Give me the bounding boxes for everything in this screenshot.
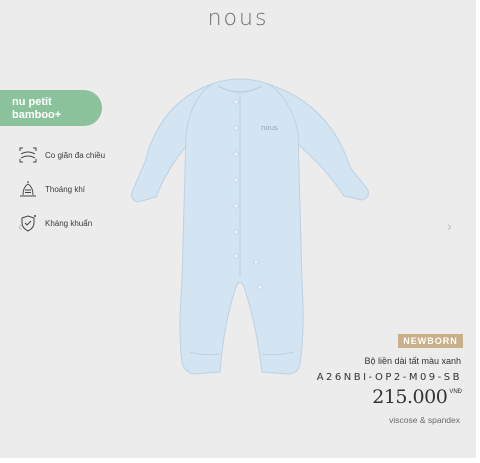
price-amount: 215.000 — [372, 386, 448, 408]
stretch-arrows-icon — [19, 147, 37, 163]
price-currency: VNĐ — [449, 389, 462, 395]
product-image[interactable]: nous — [120, 72, 370, 377]
feature-stretch: Co giãn đa chiều — [18, 138, 105, 172]
carousel-next-icon[interactable]: › — [447, 218, 452, 234]
product-card[interactable]: nous nu petit bamboo+ Co giãn đa chiều T… — [0, 0, 480, 463]
feature-label: Thoáng khí — [45, 184, 86, 194]
feature-label: Kháng khuẩn — [45, 218, 93, 228]
product-sku: A26NBI-OP2-M09-SB — [316, 372, 462, 383]
feature-list: Co giãn đa chiều Thoáng khí Kháng khuẩn — [18, 138, 105, 240]
product-material: viscose & spandex — [389, 415, 460, 425]
category-tag: NEWBORN — [398, 334, 463, 348]
product-name[interactable]: Bộ liền dài tất màu xanh — [364, 356, 461, 366]
collection-badge-line2: bamboo+ — [12, 109, 62, 121]
chest-logo: nous — [261, 124, 278, 132]
collection-badge: nu petit bamboo+ — [0, 90, 102, 126]
carousel-prev-icon[interactable]: ‹ — [18, 218, 23, 234]
feature-antibacterial: Kháng khuẩn — [18, 206, 105, 240]
feature-label: Co giãn đa chiều — [45, 150, 106, 160]
breathable-wind-icon — [20, 181, 36, 197]
brand-logo: nous — [207, 6, 269, 31]
product-price: 215.000 VNĐ — [372, 386, 462, 408]
feature-breathable: Thoáng khí — [18, 172, 105, 206]
collection-badge-line1: nu petit — [12, 96, 52, 108]
